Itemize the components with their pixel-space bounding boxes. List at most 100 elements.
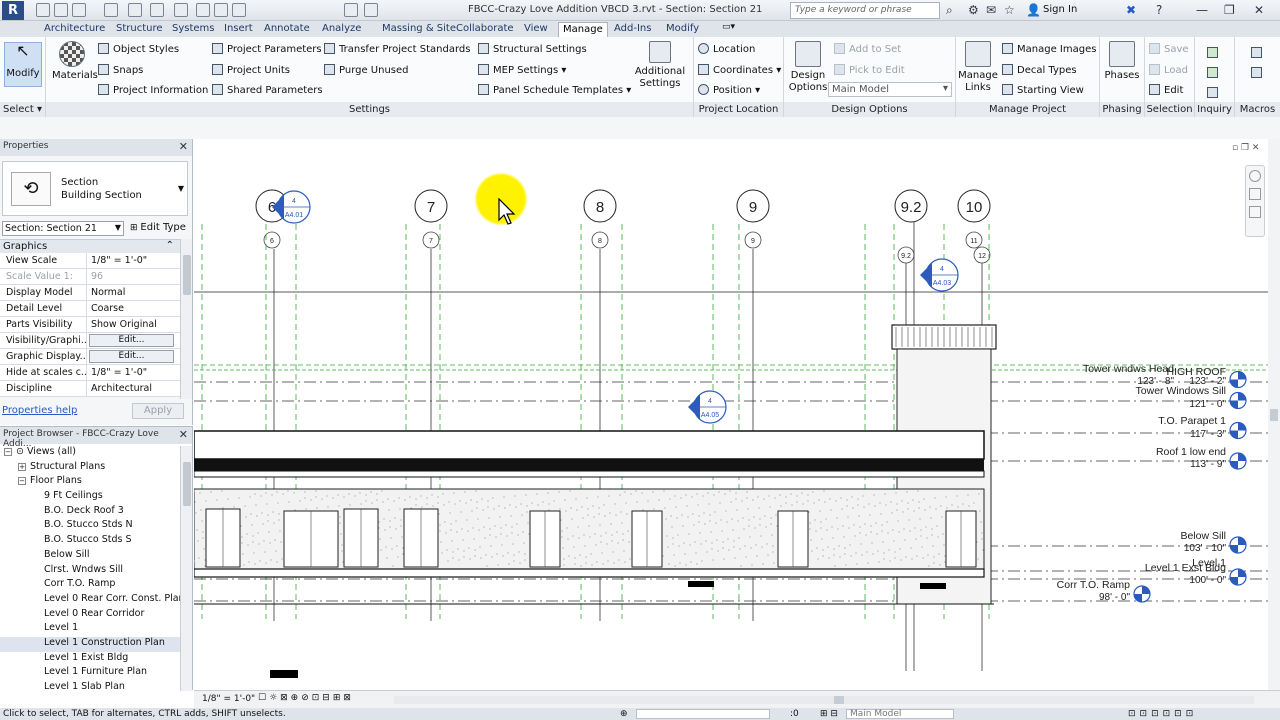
- view-control-icons[interactable]: ☐☼⊠⊕⊘⊡⊟⊞⊠: [258, 693, 354, 703]
- collapse-icon[interactable]: −: [4, 448, 12, 456]
- browser-node[interactable]: Level 0 Rear Corr. Const. Plan: [0, 593, 185, 608]
- tab-insert[interactable]: Insert: [220, 22, 257, 37]
- pick-to-edit-button[interactable]: Pick to Edit: [834, 64, 905, 76]
- browser-node[interactable]: + Structural Plans: [0, 461, 180, 476]
- design-option-icons[interactable]: ⊞ ⊟: [820, 708, 838, 720]
- steering-wheel-icon[interactable]: [1249, 170, 1261, 182]
- browser-node[interactable]: Corr T.O. Ramp: [0, 578, 180, 593]
- tab-annotate[interactable]: Annotate: [260, 22, 314, 37]
- close-icon[interactable]: ✕: [179, 140, 188, 153]
- tab-analyze[interactable]: Analyze: [318, 22, 365, 37]
- text-icon[interactable]: [232, 3, 246, 17]
- scroll-thumb[interactable]: [183, 462, 191, 506]
- subscription-icon[interactable]: ⚙: [968, 3, 979, 17]
- edit-type-button[interactable]: ⊞ Edit Type: [130, 222, 186, 233]
- property-value[interactable]: Normal: [88, 285, 180, 301]
- application-menu-button[interactable]: R: [2, 1, 24, 20]
- property-row[interactable]: Discipline Architectural: [0, 381, 180, 397]
- property-edit-button[interactable]: Edit...: [89, 350, 174, 363]
- decal-types-button[interactable]: Decal Types: [1002, 64, 1077, 76]
- collapse-icon[interactable]: −: [18, 477, 26, 486]
- project-information-button[interactable]: Project Information: [98, 84, 208, 96]
- selection-filter-icons[interactable]: ⊡⊡⊡⊡⊡⊡: [1128, 708, 1197, 720]
- object-styles-button[interactable]: Object Styles: [98, 43, 179, 55]
- view-scale-button[interactable]: 1/8" = 1'-0": [202, 694, 255, 704]
- restore-icon[interactable]: ❐: [1224, 3, 1235, 17]
- mep-settings-button[interactable]: MEP Settings ▾: [478, 64, 566, 76]
- horizontal-scrollbar[interactable]: [394, 696, 1254, 704]
- coordinates-button[interactable]: Coordinates ▾: [698, 64, 781, 76]
- structural-settings-button[interactable]: Structural Settings: [478, 43, 587, 55]
- property-row[interactable]: Parts Visibility Show Original: [0, 317, 180, 333]
- warnings-icon[interactable]: [1207, 67, 1218, 78]
- scroll-thumb[interactable]: [834, 696, 844, 704]
- drawing-area[interactable]: 6 7 8 9 9.2 10 6 7 8 9 9.2 11 12 4 A4.01 4 A4.03 4 A4.05 To…: [194, 139, 1268, 690]
- shared-parameters-button[interactable]: Shared Parameters: [212, 84, 323, 96]
- sync-icon[interactable]: [72, 3, 86, 17]
- location-button[interactable]: Location: [698, 43, 755, 55]
- section-drawing[interactable]: 6 7 8 9 9.2 106 7 8 99.211124A4.014A4.034A4.05To…: [194, 139, 1268, 690]
- worksets-icon[interactable]: ⊕: [620, 708, 628, 720]
- save-icon[interactable]: [54, 3, 68, 17]
- property-edit-button[interactable]: Edit...: [89, 334, 174, 347]
- macro-manager-icon[interactable]: [1251, 47, 1262, 58]
- snaps-button[interactable]: Snaps: [98, 64, 143, 76]
- browser-node[interactable]: Level 1: [0, 622, 180, 637]
- property-row[interactable]: Display Model Normal: [0, 285, 180, 301]
- sign-in-button[interactable]: Sign In: [1043, 4, 1077, 15]
- design-options-button[interactable]: Design Options: [788, 41, 828, 94]
- browser-node[interactable]: Level 1 Slab Plan: [0, 681, 180, 696]
- tab-add-ins[interactable]: Add-Ins: [610, 22, 655, 37]
- minimize-icon[interactable]: —: [1196, 3, 1208, 17]
- browser-node[interactable]: − ⊙ Views (all): [0, 446, 180, 461]
- open-icon[interactable]: [36, 3, 50, 17]
- dimension-icon[interactable]: [196, 3, 210, 17]
- property-row[interactable]: Hide at scales c... 1/8" = 1'-0": [0, 365, 180, 381]
- properties-scrollbar[interactable]: [180, 239, 192, 399]
- project-parameters-button[interactable]: Project Parameters: [212, 43, 322, 55]
- materials-button[interactable]: Materials: [52, 41, 98, 82]
- vertical-scrollbar[interactable]: [1268, 139, 1280, 690]
- tab-modify[interactable]: Modify: [662, 22, 703, 37]
- project-units-button[interactable]: Project Units: [212, 64, 290, 76]
- 3d-view-icon[interactable]: [344, 3, 358, 17]
- load-selection-button[interactable]: Load: [1149, 64, 1188, 76]
- graphics-group-header[interactable]: Graphics ⌃: [0, 239, 180, 253]
- ribbon-minimize-icon[interactable]: ▭▾: [722, 22, 735, 32]
- tab-manage[interactable]: Manage: [558, 22, 608, 37]
- macro-security-icon[interactable]: [1251, 67, 1262, 78]
- tab-architecture[interactable]: Architecture: [40, 22, 109, 37]
- browser-node[interactable]: B.O. Stucco Stds S: [0, 534, 180, 549]
- help-icon[interactable]: ?: [1156, 3, 1162, 17]
- browser-node[interactable]: Level 1 Exist Bldg: [0, 652, 180, 667]
- save-selection-button[interactable]: Save: [1149, 43, 1189, 55]
- tag-icon[interactable]: [214, 3, 228, 17]
- manage-links-button[interactable]: Manage Links: [958, 41, 998, 94]
- redo-icon[interactable]: [128, 3, 142, 17]
- property-row[interactable]: Graphic Display... Edit...: [0, 349, 180, 365]
- print-icon[interactable]: [150, 3, 164, 17]
- add-to-set-button[interactable]: Add to Set: [834, 43, 901, 55]
- help-search-input[interactable]: Type a keyword or phrase: [790, 2, 940, 19]
- browser-node[interactable]: − Floor Plans: [0, 475, 180, 490]
- property-value[interactable]: 1/8" = 1'-0": [88, 365, 180, 381]
- close-icon[interactable]: ✕: [1254, 3, 1264, 17]
- property-row[interactable]: Detail Level Coarse: [0, 301, 180, 317]
- browser-node[interactable]: B.O. Deck Roof 3: [0, 505, 180, 520]
- browser-node[interactable]: Level 1 Construction Plan: [0, 636, 180, 652]
- phases-button[interactable]: Phases: [1102, 41, 1142, 82]
- property-row[interactable]: Scale Value 1: 96: [0, 269, 180, 285]
- instance-filter-select[interactable]: Section: Section 21 ▼: [2, 221, 124, 236]
- manage-images-button[interactable]: Manage Images: [1002, 43, 1096, 55]
- browser-node[interactable]: Clrst. Wndws Sill: [0, 564, 180, 579]
- scroll-thumb[interactable]: [1270, 409, 1278, 421]
- browser-node[interactable]: B.O. Stucco Stds N: [0, 519, 180, 534]
- additional-settings-button[interactable]: Additional Settings: [632, 41, 688, 90]
- edit-selection-button[interactable]: Edit: [1149, 84, 1183, 96]
- zoom-icon[interactable]: [1249, 188, 1261, 200]
- undo-icon[interactable]: [104, 3, 118, 17]
- tab-massing-site[interactable]: Massing & Site: [378, 22, 460, 37]
- apply-button[interactable]: Apply: [132, 403, 184, 419]
- ids-icon[interactable]: [1207, 47, 1218, 58]
- close-icon[interactable]: ✕: [179, 428, 188, 441]
